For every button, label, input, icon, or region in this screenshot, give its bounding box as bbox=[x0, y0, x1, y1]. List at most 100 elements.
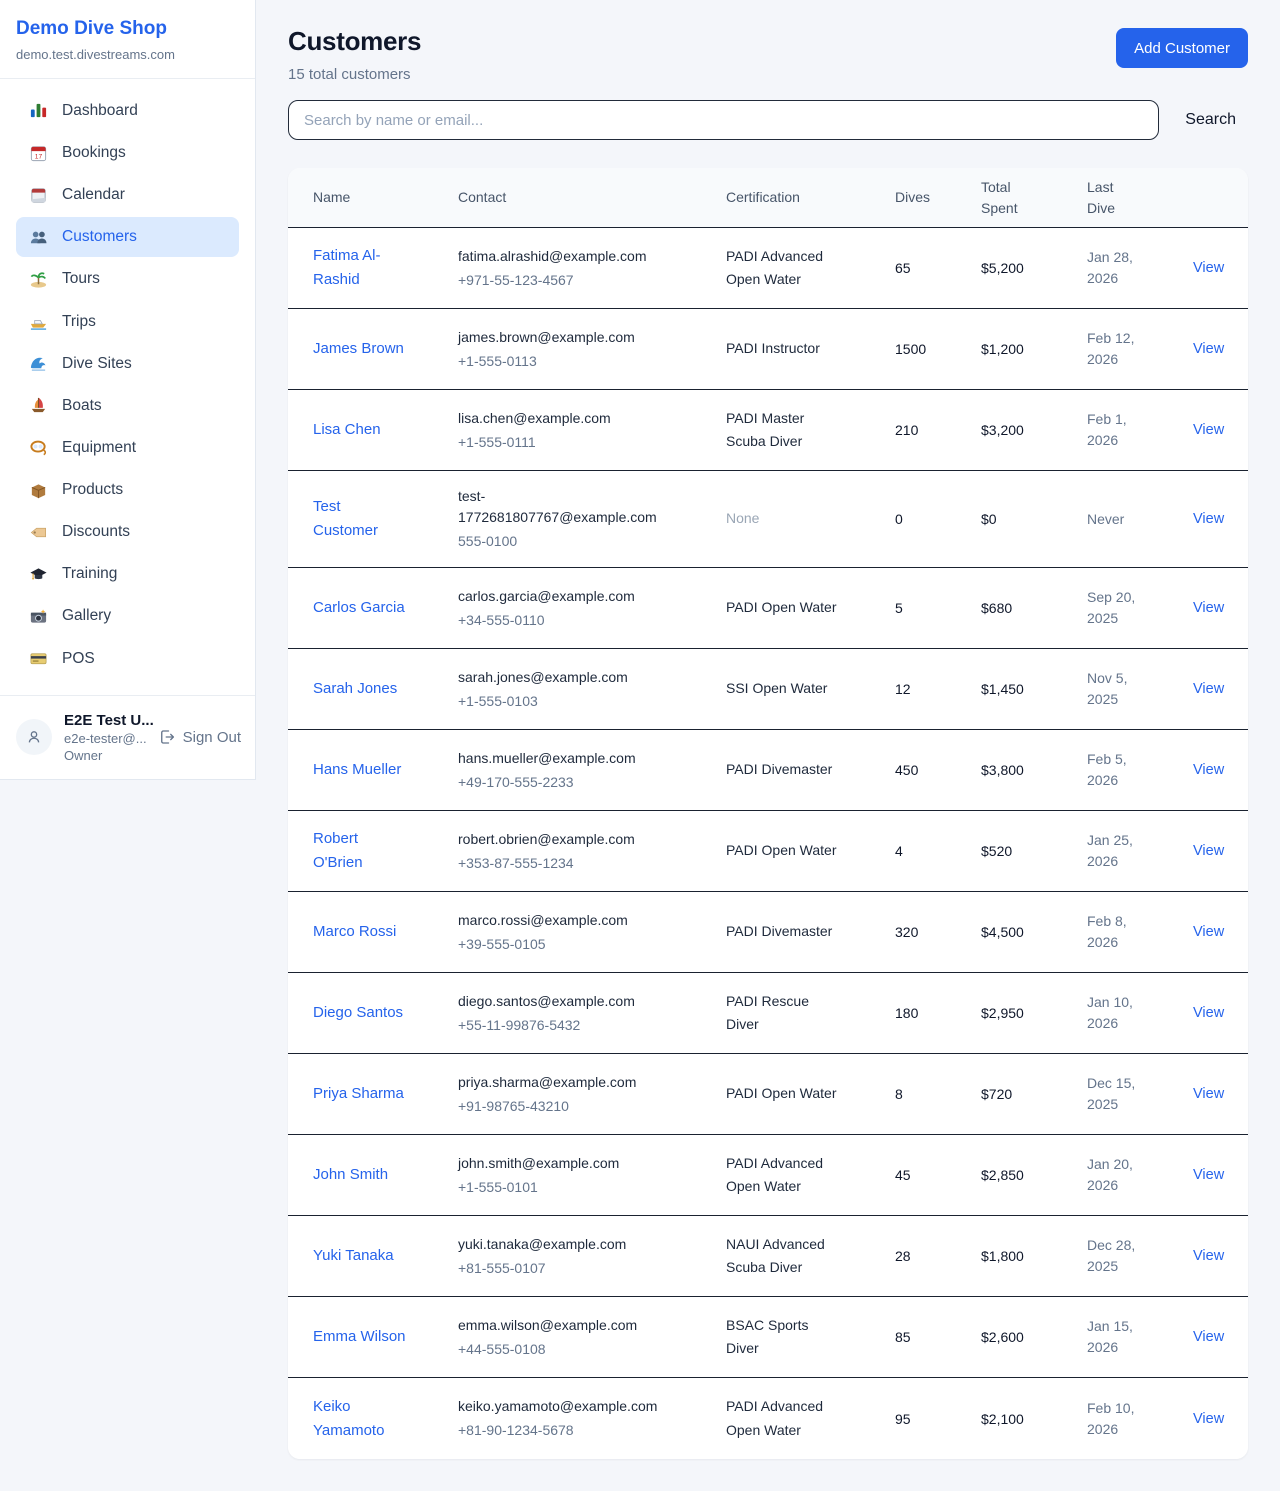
customer-name-link[interactable]: Yuki Tanaka bbox=[313, 1247, 394, 1264]
view-customer-link[interactable]: View bbox=[1193, 260, 1224, 276]
sidebar-item-label: Tours bbox=[62, 269, 100, 289]
view-customer-link[interactable]: View bbox=[1193, 1086, 1224, 1102]
customer-phone: +353-87-555-1234 bbox=[458, 853, 671, 874]
sidebar-item-pos[interactable]: POS bbox=[16, 639, 239, 679]
sidebar-item-label: Trips bbox=[62, 312, 96, 332]
customer-total-spent: $2,100 bbox=[981, 1411, 1087, 1427]
customer-name-link[interactable]: Marco Rossi bbox=[313, 923, 396, 940]
view-customer-link[interactable]: View bbox=[1193, 762, 1224, 778]
view-customer-link[interactable]: View bbox=[1193, 341, 1224, 357]
customer-dives: 0 bbox=[895, 511, 981, 527]
main-content: Customers 15 total customers Add Custome… bbox=[256, 0, 1280, 1491]
equipment-icon bbox=[28, 438, 48, 458]
customer-email: emma.wilson@example.com bbox=[458, 1315, 671, 1336]
search-input[interactable] bbox=[288, 100, 1159, 140]
customer-name-link[interactable]: Hans Mueller bbox=[313, 761, 401, 778]
sidebar-item-trips[interactable]: Trips bbox=[16, 302, 239, 342]
customer-name-link[interactable]: Carlos Garcia bbox=[313, 599, 405, 616]
customer-name-link[interactable]: Diego Santos bbox=[313, 1004, 403, 1021]
customer-email: john.smith@example.com bbox=[458, 1153, 671, 1174]
customer-total-spent: $680 bbox=[981, 600, 1087, 616]
sidebar-item-label: Customers bbox=[62, 227, 137, 247]
sidebar-item-label: Equipment bbox=[62, 438, 136, 458]
sidebar-item-dashboard[interactable]: Dashboard bbox=[16, 91, 239, 131]
view-customer-link[interactable]: View bbox=[1193, 600, 1224, 616]
sidebar-header: Demo Dive Shop demo.test.divestreams.com bbox=[0, 0, 255, 79]
sidebar-item-bookings[interactable]: 17 Bookings bbox=[16, 133, 239, 173]
customer-name-link[interactable]: Test Customer bbox=[313, 498, 378, 539]
table-header: Name Contact Certification Dives Total S… bbox=[288, 168, 1248, 228]
customer-count: 15 total customers bbox=[288, 66, 421, 83]
avatar bbox=[16, 719, 52, 755]
sidebar-item-boats[interactable]: Boats bbox=[16, 386, 239, 426]
view-customer-link[interactable]: View bbox=[1193, 1248, 1224, 1264]
user-email: e2e-tester@... bbox=[64, 731, 154, 746]
user-info: E2E Test U... e2e-tester@... Owner bbox=[64, 712, 154, 763]
customer-dives: 8 bbox=[895, 1086, 981, 1102]
customer-name-link[interactable]: Priya Sharma bbox=[313, 1085, 404, 1102]
dashboard-icon bbox=[28, 101, 48, 121]
customer-last-dive: Never bbox=[1087, 509, 1193, 530]
customer-phone: 555-0100 bbox=[458, 531, 671, 552]
table-row: Keiko Yamamoto keiko.yamamoto@example.co… bbox=[288, 1378, 1248, 1459]
customer-certification: PADI Advanced Open Water bbox=[726, 245, 895, 291]
customer-total-spent: $1,200 bbox=[981, 341, 1087, 357]
column-header-name: Name bbox=[313, 187, 458, 208]
calendar-icon bbox=[28, 185, 48, 205]
view-customer-link[interactable]: View bbox=[1193, 422, 1224, 438]
search-button[interactable]: Search bbox=[1173, 103, 1248, 137]
customer-phone: +44-555-0108 bbox=[458, 1339, 671, 1360]
customer-name-link[interactable]: Lisa Chen bbox=[313, 421, 381, 438]
sidebar-item-customers[interactable]: Customers bbox=[16, 217, 239, 257]
customer-total-spent: $1,450 bbox=[981, 681, 1087, 697]
sign-out-icon bbox=[158, 728, 176, 746]
customer-total-spent: $2,600 bbox=[981, 1329, 1087, 1345]
sidebar-item-tours[interactable]: Tours bbox=[16, 259, 239, 299]
customer-dives: 320 bbox=[895, 924, 981, 940]
view-customer-link[interactable]: View bbox=[1193, 511, 1224, 527]
customer-last-dive: Feb 12, 2026 bbox=[1087, 328, 1193, 370]
sidebar-item-training[interactable]: Training bbox=[16, 554, 239, 594]
boats-icon bbox=[28, 396, 48, 416]
customer-dives: 45 bbox=[895, 1167, 981, 1183]
sign-out-button[interactable]: Sign Out bbox=[158, 728, 241, 746]
customer-last-dive: Nov 5, 2025 bbox=[1087, 668, 1193, 710]
user-box: E2E Test U... e2e-tester@... Owner Sign … bbox=[0, 695, 255, 779]
customer-name-link[interactable]: Keiko Yamamoto bbox=[313, 1398, 384, 1439]
customer-name-link[interactable]: Sarah Jones bbox=[313, 680, 397, 697]
view-customer-link[interactable]: View bbox=[1193, 1167, 1224, 1183]
sidebar-item-discounts[interactable]: Discounts bbox=[16, 512, 239, 552]
search-row: Search bbox=[288, 100, 1248, 140]
view-customer-link[interactable]: View bbox=[1193, 924, 1224, 940]
customer-email: sarah.jones@example.com bbox=[458, 667, 671, 688]
table-row: Robert O'Brien robert.obrien@example.com… bbox=[288, 811, 1248, 892]
view-customer-link[interactable]: View bbox=[1193, 843, 1224, 859]
sidebar-item-equipment[interactable]: Equipment bbox=[16, 428, 239, 468]
customer-name-link[interactable]: Emma Wilson bbox=[313, 1328, 406, 1345]
customer-name-link[interactable]: John Smith bbox=[313, 1166, 388, 1183]
sidebar-item-products[interactable]: Products bbox=[16, 470, 239, 510]
sidebar-item-calendar[interactable]: Calendar bbox=[16, 175, 239, 215]
view-customer-link[interactable]: View bbox=[1193, 1411, 1224, 1427]
gallery-icon bbox=[28, 607, 48, 627]
customer-total-spent: $4,500 bbox=[981, 924, 1087, 940]
sidebar-item-gallery[interactable]: Gallery bbox=[16, 596, 239, 636]
table-row: Priya Sharma priya.sharma@example.com +9… bbox=[288, 1054, 1248, 1135]
customer-name-link[interactable]: Robert O'Brien bbox=[313, 830, 363, 871]
view-customer-link[interactable]: View bbox=[1193, 1329, 1224, 1345]
customers-icon bbox=[28, 227, 48, 247]
add-customer-button[interactable]: Add Customer bbox=[1116, 28, 1248, 68]
customer-last-dive: Jan 25, 2026 bbox=[1087, 830, 1193, 872]
column-header-last-dive: Last Dive bbox=[1087, 177, 1193, 219]
customer-name-link[interactable]: James Brown bbox=[313, 340, 404, 357]
table-row: Test Customer test-1772681807767@example… bbox=[288, 471, 1248, 568]
customer-name-link[interactable]: Fatima Al-Rashid bbox=[313, 247, 381, 288]
customer-certification: PADI Advanced Open Water bbox=[726, 1152, 895, 1198]
customer-dives: 210 bbox=[895, 422, 981, 438]
customer-email: diego.santos@example.com bbox=[458, 991, 671, 1012]
customer-certification: PADI Open Water bbox=[726, 1082, 895, 1105]
sidebar-item-dive-sites[interactable]: Dive Sites bbox=[16, 344, 239, 384]
view-customer-link[interactable]: View bbox=[1193, 681, 1224, 697]
view-customer-link[interactable]: View bbox=[1193, 1005, 1224, 1021]
bookings-icon: 17 bbox=[28, 143, 48, 163]
